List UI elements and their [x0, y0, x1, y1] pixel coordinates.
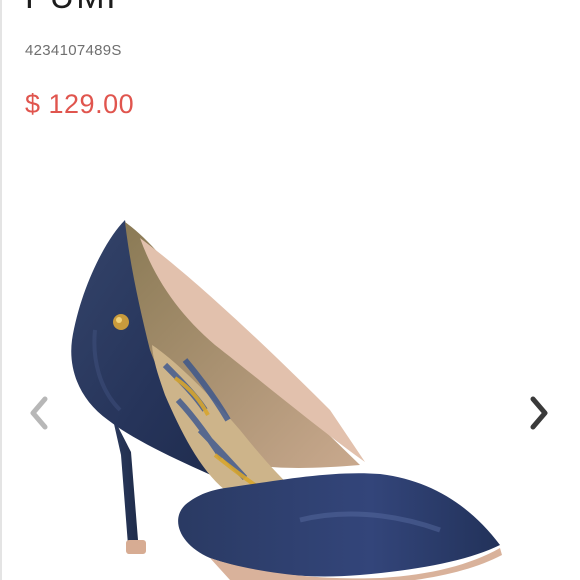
product-price: $ 129.00 [25, 89, 135, 119]
product-sku: 4234107489S [25, 42, 122, 59]
gallery-prev-button[interactable] [22, 393, 56, 433]
chevron-right-icon [530, 396, 548, 430]
product-title: PUMP [25, 0, 131, 17]
shoe-vamp [178, 473, 501, 577]
chevron-left-icon [30, 396, 48, 430]
gallery-next-button[interactable] [522, 393, 556, 433]
product-image[interactable] [0, 150, 580, 580]
heel-tip [126, 540, 146, 554]
